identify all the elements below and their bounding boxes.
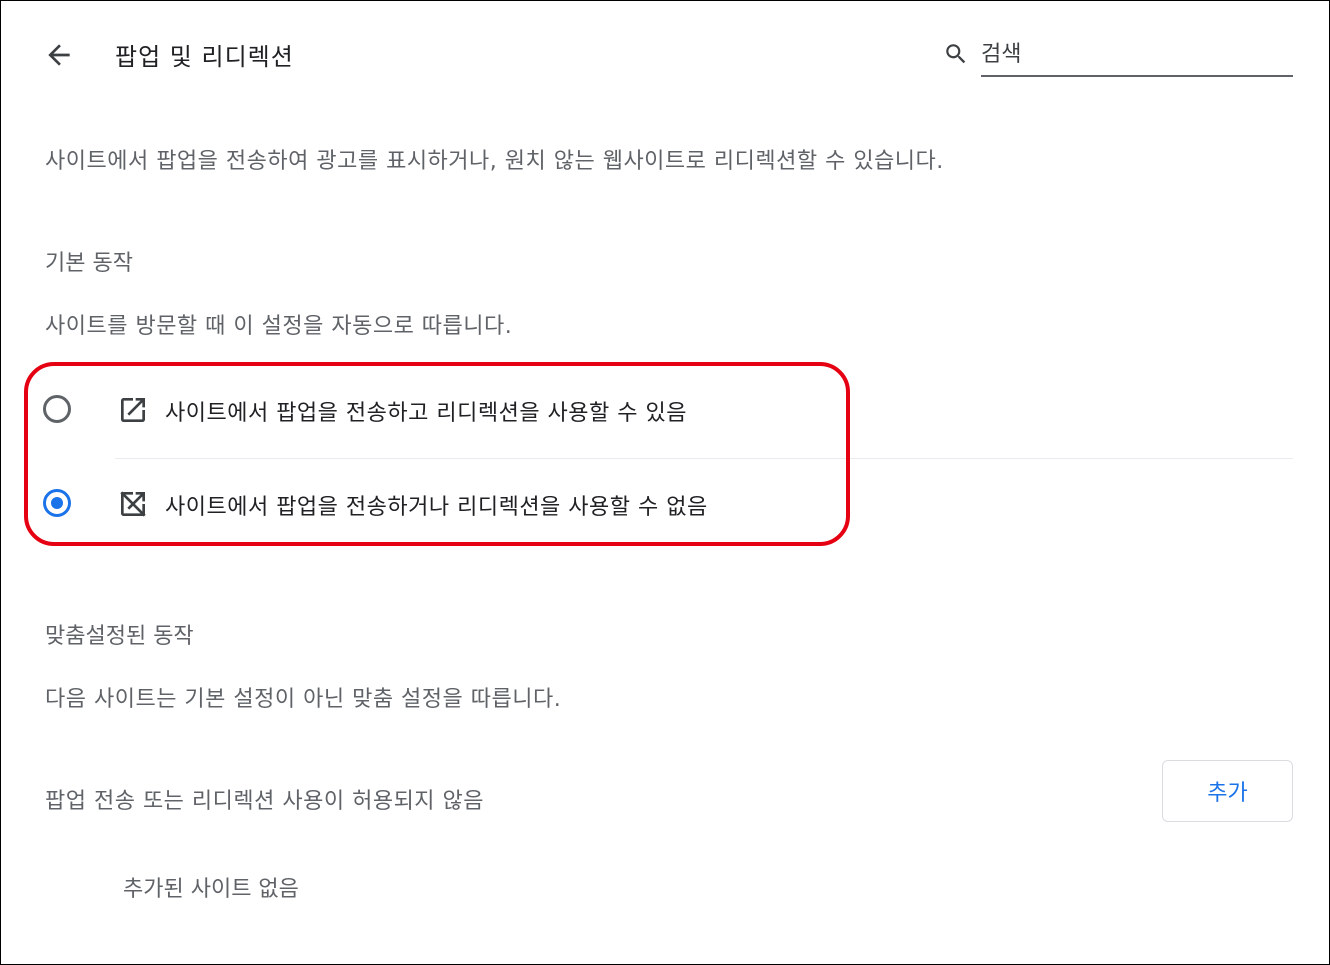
- open-in-new-icon: [121, 398, 145, 422]
- settings-page: 팝업 및 리디렉션 사이트에서 팝업을 전송하여 광고를 표시하거나, 원치 않…: [0, 0, 1330, 965]
- radio-label-block: 사이트에서 팝업을 전송하거나 리디렉션을 사용할 수 없음: [165, 495, 708, 520]
- page-title: 팝업 및 리디렉션: [115, 43, 294, 71]
- open-in-new-off-icon: [120, 491, 146, 517]
- add-site-button[interactable]: 추가: [1162, 760, 1293, 822]
- radio-button-allow[interactable]: [43, 395, 71, 423]
- blocked-list-title: 팝업 전송 또는 리디렉션 사용이 허용되지 않음: [45, 789, 485, 814]
- search-icon[interactable]: [943, 41, 969, 67]
- radio-option-block[interactable]: 사이트에서 팝업을 전송하거나 리디렉션을 사용할 수 없음: [31, 459, 1293, 551]
- back-button[interactable]: [39, 35, 79, 75]
- radio-label-allow: 사이트에서 팝업을 전송하고 리디렉션을 사용할 수 있음: [165, 401, 687, 426]
- default-behavior-subtitle: 사이트를 방문할 때 이 설정을 자동으로 따릅니다.: [45, 314, 513, 339]
- radio-button-block[interactable]: [43, 489, 71, 517]
- page-description: 사이트에서 팝업을 전송하여 광고를 표시하거나, 원치 않는 웹사이트로 리디…: [45, 149, 944, 174]
- radio-option-allow[interactable]: 사이트에서 팝업을 전송하고 리디렉션을 사용할 수 있음: [31, 365, 1293, 457]
- arrow-back-icon: [48, 44, 70, 66]
- custom-behavior-title: 맞춤설정된 동작: [45, 624, 194, 649]
- search-input[interactable]: [981, 33, 1293, 77]
- default-behavior-title: 기본 동작: [45, 251, 133, 276]
- empty-list-text: 추가된 사이트 없음: [123, 877, 299, 902]
- custom-behavior-subtitle: 다음 사이트는 기본 설정이 아닌 맞춤 설정을 따릅니다.: [45, 687, 562, 712]
